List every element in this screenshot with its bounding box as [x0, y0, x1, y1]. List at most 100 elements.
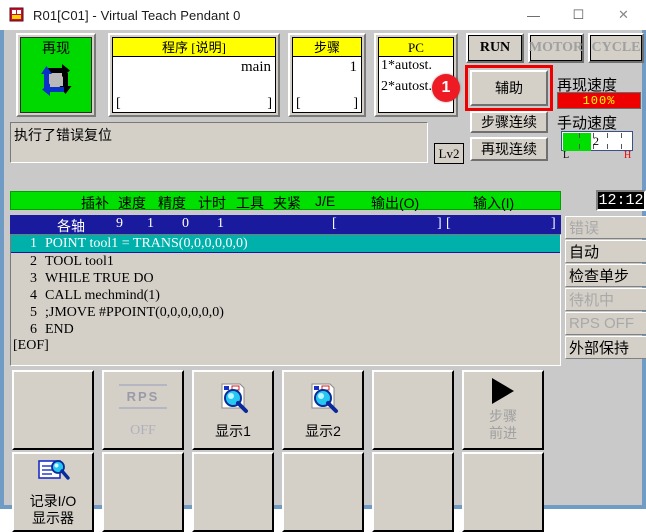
replay-speed-bar[interactable]: 100% — [557, 92, 641, 109]
fkey-top-1[interactable] — [12, 370, 94, 450]
message-text: 执行了错误复位 — [14, 127, 112, 143]
program-bracket-right: ] — [267, 96, 272, 111]
value-row: 各轴 9 1 0 1 [] [] — [10, 215, 561, 235]
fkey-display-2[interactable]: 显示2 — [282, 370, 364, 450]
message-area: 执行了错误复位 — [10, 122, 428, 163]
rps-off-label: OFF — [130, 423, 156, 438]
menu-item-3[interactable]: 计时 — [198, 193, 226, 213]
menu-bar: 插补 速度 精度 计时 工具 夹紧 J/E 输出(O) 输入(I) — [10, 191, 561, 213]
aux-button[interactable]: 辅助 — [470, 70, 548, 106]
menu-item-6[interactable]: J/E — [315, 193, 335, 209]
menu-item-0[interactable]: 插补 — [81, 193, 109, 213]
manual-speed-fill — [563, 133, 591, 151]
menu-item-1[interactable]: 速度 — [118, 193, 146, 213]
maximize-button[interactable]: ☐ — [556, 0, 601, 30]
menu-item-5[interactable]: 夹紧 — [273, 193, 301, 213]
code-line-text: TOOL tool1 — [45, 253, 114, 269]
status-run[interactable]: RUN — [466, 33, 524, 63]
virtual-teach-pendant-window: R01[C01] - Virtual Teach Pendant 0 — ☐ ✕… — [0, 0, 646, 532]
code-line-text: ;JMOVE #PPOINT(0,0,0,0,0,0) — [45, 304, 224, 320]
manual-speed-value: 2 — [593, 134, 599, 148]
step-continuous-label: 步骤连续 — [481, 114, 537, 130]
title-bar: R01[C01] - Virtual Teach Pendant 0 — ☐ ✕ — [0, 0, 646, 30]
code-line[interactable]: 5 ;JMOVE #PPOINT(0,0,0,0,0,0) — [11, 304, 560, 321]
menu-item-2[interactable]: 精度 — [158, 193, 186, 213]
step-panel-header: 步骤 — [293, 38, 361, 57]
replay-continuous-button[interactable]: 再现连续 — [470, 137, 548, 161]
code-line-number: 5 — [30, 304, 37, 320]
aux-button-label: 辅助 — [495, 80, 523, 96]
value-cell-7: [ — [446, 216, 451, 231]
step-panel[interactable]: 步骤 1 [ ] — [288, 33, 366, 117]
code-line[interactable]: 2 TOOL tool1 — [11, 253, 560, 270]
step-bracket-left: [ — [296, 96, 301, 111]
fkey-log-io-label-1: 记录I/O — [29, 493, 77, 509]
fkey-log-io-label-2: 显示器 — [32, 510, 74, 526]
program-code-area[interactable]: 1 POINT tool1 = TRANS(0,0,0,0,0,0) 2 TOOL t… — [10, 234, 561, 366]
replay-speed-value: 100% — [582, 93, 616, 108]
manual-speed-low-mark: L — [563, 150, 570, 161]
menu-item-7[interactable]: 输出(O) — [371, 193, 419, 213]
status-cycle[interactable]: CYCLE — [588, 33, 644, 63]
pendant-body: 再现 程序 [说明] main [] 步骤 1 [] PC 1*autost… — [0, 30, 646, 532]
menu-item-8[interactable]: 输入(I) — [473, 193, 514, 213]
pc-line-1: 1*autost. — [381, 58, 432, 73]
window-magnifier-icon — [306, 381, 340, 420]
step-bracket-right: ] — [353, 96, 358, 111]
fkey-log-io-monitor[interactable]: 记录I/O 显示器 — [12, 452, 94, 532]
fkey-display-1[interactable]: 显示1 — [192, 370, 274, 450]
pc-line-2: 2*autost. — [381, 79, 432, 94]
rps-off-icon: RPS — [119, 381, 167, 412]
rps-label: RPS — [126, 389, 160, 404]
code-line-number: 4 — [30, 287, 37, 303]
status-error[interactable]: 错误 — [565, 216, 646, 239]
menu-item-4[interactable]: 工具 — [236, 193, 264, 213]
status-external-hold[interactable]: 外部保持 — [565, 336, 646, 359]
fkey-bottom-5[interactable] — [372, 452, 454, 532]
fkey-display-1-label: 显示1 — [215, 422, 251, 439]
code-line-number: 1 — [30, 235, 37, 251]
program-panel[interactable]: 程序 [说明] main [ ] — [108, 33, 280, 117]
code-line[interactable]: 4 CALL mechmind(1) — [11, 287, 560, 304]
window-title: R01[C01] - Virtual Teach Pendant 0 — [33, 7, 241, 23]
fkey-top-5[interactable] — [372, 370, 454, 450]
robot-app-icon — [8, 6, 26, 24]
minimize-button[interactable]: — — [511, 0, 556, 30]
cycle-loop-icon — [36, 60, 76, 100]
code-line-text: POINT tool1 = TRANS(0,0,0,0,0,0) — [45, 235, 248, 251]
value-cell-2: 1 — [147, 216, 154, 231]
step-number-value: 1 — [349, 59, 358, 75]
pc-panel-header: PC — [379, 38, 453, 57]
fkey-bottom-4[interactable] — [282, 452, 364, 532]
fkey-bottom-2[interactable] — [102, 452, 184, 532]
value-cell-4: 1 — [217, 216, 224, 231]
value-cell-8: ] — [551, 216, 556, 231]
code-line-number: 3 — [30, 270, 37, 286]
status-check-single-step[interactable]: 检查单步 — [565, 264, 646, 287]
status-auto[interactable]: 自动 — [565, 240, 646, 263]
play-triangle-icon — [492, 378, 514, 404]
fkey-step-forward[interactable]: 步骤 前进 — [462, 370, 544, 450]
fkey-bottom-3[interactable] — [192, 452, 274, 532]
fkey-bottom-6[interactable] — [462, 452, 544, 532]
status-standby[interactable]: 待机中 — [565, 288, 646, 311]
code-line-text: WHILE TRUE DO — [45, 270, 154, 286]
code-line-text: END — [45, 321, 74, 337]
code-line[interactable]: 6 END — [11, 321, 560, 338]
window-magnifier-icon — [216, 381, 250, 420]
replay-continuous-label: 再现连续 — [481, 141, 537, 157]
step-continuous-button[interactable]: 步骤连续 — [470, 111, 548, 133]
code-line-number: 6 — [30, 321, 37, 337]
program-bracket-left: [ — [116, 96, 121, 111]
close-button[interactable]: ✕ — [601, 0, 646, 30]
mode-replay-button[interactable]: 再现 — [16, 33, 96, 117]
value-cell-0: 各轴 — [57, 220, 85, 235]
manual-speed-bar[interactable]: 2 — [561, 131, 633, 151]
status-rps-off[interactable]: RPS OFF — [565, 312, 646, 335]
code-line[interactable]: 1 POINT tool1 = TRANS(0,0,0,0,0,0) — [11, 235, 560, 253]
fkey-rps-off[interactable]: RPS OFF — [102, 370, 184, 450]
status-motor[interactable]: MOTOR — [528, 33, 584, 63]
code-line-number: 2 — [30, 253, 37, 269]
code-line[interactable]: 3 WHILE TRUE DO — [11, 270, 560, 287]
status-cycle-label: CYCLE — [591, 40, 641, 55]
